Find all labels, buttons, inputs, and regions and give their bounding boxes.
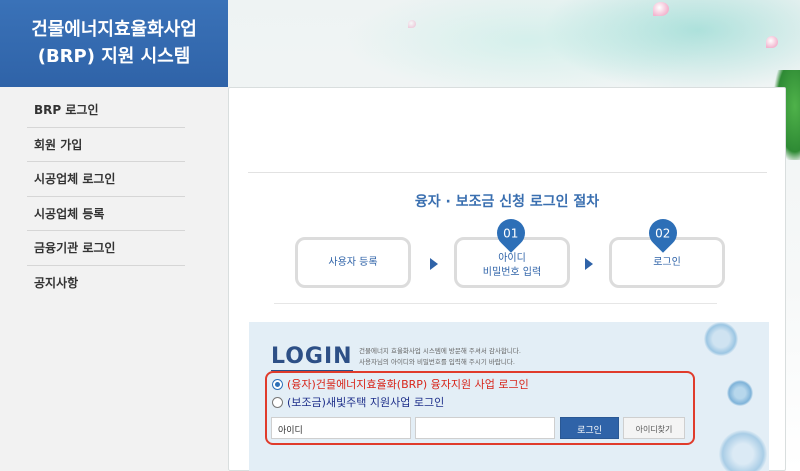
- login-form: (융자)건물에너지효율화(BRP) 융자지원 사업 로그인 (보조금)새빛주택 …: [265, 371, 695, 445]
- step-enter-credentials-line2: 비밀번호 입력: [482, 266, 542, 278]
- system-title-line1: 건물에너지효율화사업: [31, 19, 197, 40]
- step-register-label: 사용자 등록: [328, 256, 378, 268]
- step-register: 사용자 등록: [295, 237, 411, 288]
- step-enter-credentials-line1: 아이디: [498, 252, 526, 264]
- divider: [274, 303, 717, 304]
- login-description-line2: 사용자님의 아이디와 비밀번호를 입력해 주시기 바랍니다.: [359, 358, 515, 366]
- radio-checked-icon[interactable]: [272, 378, 283, 390]
- sidebar-menu: BRP 로그인 회원 가입 시공업체 로그인 시공업체 등록 금융기관 로그인 …: [0, 87, 228, 300]
- radio-subsidy-login[interactable]: (보조금)새빛주택 지원사업 로그인: [272, 394, 444, 410]
- login-button[interactable]: 로그인: [560, 417, 619, 439]
- system-title-line2: (BRP) 지원 시스템: [37, 46, 191, 67]
- login-description: 건물에너지 효율화사업 시스템에 방문해 주셔서 감사합니다. 사용자님의 아이…: [359, 346, 521, 368]
- sidebar-item-signup[interactable]: 회원 가입: [27, 128, 185, 162]
- radio-unchecked-icon[interactable]: [272, 396, 283, 408]
- login-panel: LOGIN 건물에너지 효율화사업 시스템에 방문해 주셔서 감사합니다. 사용…: [249, 322, 769, 471]
- radio-loan-login[interactable]: (융자)건물에너지효율화(BRP) 융자지원 사업 로그인: [272, 376, 529, 392]
- sidebar: BRP 로그인 회원 가입 시공업체 로그인 시공업체 등록 금융기관 로그인 …: [0, 87, 228, 471]
- bubble-decoration: [704, 322, 738, 356]
- step-badge-01-text: 01: [503, 226, 519, 240]
- radio-loan-label[interactable]: (융자)건물에너지효율화(BRP) 융자지원 사업 로그인: [287, 376, 529, 392]
- login-description-line1: 건물에너지 효율화사업 시스템에 방문해 주셔서 감사합니다.: [359, 347, 521, 355]
- procedure-title: 융자 · 보조금 신청 로그인 절차: [414, 194, 600, 210]
- bubble-decoration: [727, 380, 753, 406]
- arrow-right-icon: [430, 258, 438, 270]
- radio-subsidy-label[interactable]: (보조금)새빛주택 지원사업 로그인: [287, 394, 444, 410]
- system-title: 건물에너지효율화사업 (BRP) 지원 시스템: [0, 0, 228, 87]
- step-badge-02-text: 02: [655, 226, 671, 240]
- login-logo: LOGIN: [271, 344, 353, 371]
- petal-decoration: [766, 36, 778, 48]
- sidebar-item-brp-login[interactable]: BRP 로그인: [27, 93, 185, 128]
- petal-decoration: [653, 2, 669, 16]
- user-id-input[interactable]: 아이디: [271, 417, 411, 439]
- divider: [248, 172, 767, 173]
- sidebar-item-notice[interactable]: 공지사항: [27, 266, 185, 301]
- password-input[interactable]: [415, 417, 555, 439]
- find-id-button[interactable]: 아이디찾기: [623, 417, 685, 439]
- arrow-right-icon: [585, 258, 593, 270]
- petal-decoration: [408, 20, 416, 28]
- step-login-label: 로그인: [653, 256, 681, 268]
- sidebar-item-bank-login[interactable]: 금융기관 로그인: [27, 231, 185, 266]
- sidebar-item-contractor-login[interactable]: 시공업체 로그인: [27, 162, 185, 197]
- bubble-decoration: [719, 430, 767, 471]
- sidebar-item-contractor-register[interactable]: 시공업체 등록: [27, 197, 185, 231]
